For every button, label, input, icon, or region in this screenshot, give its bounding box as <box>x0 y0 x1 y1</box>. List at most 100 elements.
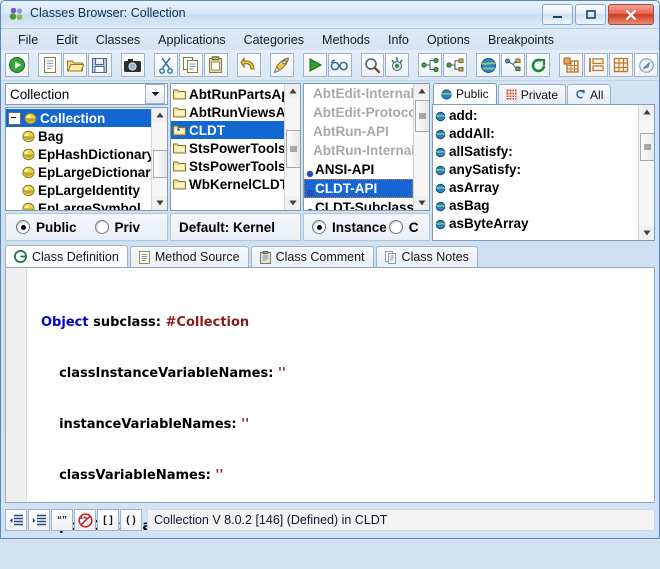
menu-applications[interactable]: Applications <box>149 31 234 49</box>
menu-file[interactable]: File <box>9 31 47 49</box>
scroll-up-arrow[interactable] <box>285 84 300 98</box>
scroll-track[interactable] <box>639 119 654 226</box>
matrix-icon[interactable] <box>609 53 633 77</box>
scroll-track[interactable] <box>152 122 167 196</box>
tab-class-comment[interactable]: Class Comment <box>251 246 374 267</box>
radio-public[interactable]: Public <box>16 220 77 235</box>
applications-list[interactable]: AbtRunPartsApp AbtRunViewsApp * CLDT <box>170 83 301 211</box>
menu-options[interactable]: Options <box>418 31 479 49</box>
radio-dot-icon[interactable] <box>95 220 109 234</box>
classes-list[interactable]: Collection Bag EpHashDic <box>5 107 168 211</box>
scroll-track[interactable] <box>285 98 300 196</box>
list-item[interactable]: addAll: <box>433 124 638 142</box>
search-magnifier-icon[interactable] <box>361 53 385 77</box>
editor-code[interactable]: Object subclass: #Collection classInstan… <box>27 268 654 502</box>
list-item[interactable]: AbtRun-API <box>304 122 413 141</box>
chevron-down-icon[interactable] <box>145 84 165 104</box>
list-item[interactable]: allSatisfy: <box>433 142 638 160</box>
globe-icon[interactable] <box>476 53 500 77</box>
tab-class-notes[interactable]: Class Notes <box>376 246 478 267</box>
radio-class[interactable]: C <box>389 220 419 235</box>
hierarchy-icon[interactable] <box>418 53 442 77</box>
compass-icon[interactable] <box>634 53 658 77</box>
scroll-down-arrow[interactable] <box>639 226 654 240</box>
list-item[interactable]: AbtEdit-Internal <box>304 84 413 103</box>
class-filter-combo[interactable]: Collection <box>5 83 168 105</box>
list-item[interactable]: EpLargeSymbol <box>6 199 151 210</box>
list-item[interactable]: CLDT-Subclass <box>304 198 413 210</box>
tab-public[interactable]: Public <box>433 83 497 104</box>
list-item[interactable]: WbKernelCLDT <box>171 175 284 193</box>
save-disk-icon[interactable] <box>88 53 112 77</box>
list-item[interactable]: CLDT-API <box>304 179 413 198</box>
scroll-track[interactable] <box>414 98 429 196</box>
grid-orange-icon[interactable] <box>559 53 583 77</box>
open-folder-icon[interactable] <box>63 53 87 77</box>
list-item[interactable]: AbtRun-Internal <box>304 141 413 160</box>
undo-arrow-icon[interactable] <box>237 53 261 77</box>
scroll-thumb[interactable] <box>153 150 168 178</box>
list-item[interactable]: asArray <box>433 178 638 196</box>
minimize-button[interactable] <box>542 4 573 25</box>
radio-dot-icon[interactable] <box>389 220 403 234</box>
list-item[interactable]: StsPowerTools <box>171 157 284 175</box>
list-item[interactable]: asByteArray <box>433 214 638 232</box>
scroll-down-arrow[interactable] <box>414 196 429 210</box>
table-icon[interactable] <box>584 53 608 77</box>
list-item[interactable]: EpHashDictionary <box>6 145 151 163</box>
run-icon[interactable] <box>5 53 29 77</box>
list-item[interactable]: asBag <box>433 196 638 214</box>
new-file-icon[interactable] <box>38 53 62 77</box>
scroll-thumb[interactable] <box>415 100 430 132</box>
list-item[interactable]: AbtRunPartsApp <box>171 85 284 103</box>
list-item[interactable]: * CLDT <box>171 121 284 139</box>
close-button[interactable] <box>608 4 654 25</box>
list-item[interactable]: anySatisfy: <box>433 160 638 178</box>
list-item[interactable]: EpLargeDictionary <box>6 163 151 181</box>
tab-class-definition[interactable]: Class Definition <box>5 245 128 267</box>
debug-bug-icon[interactable] <box>385 53 409 77</box>
menu-info[interactable]: Info <box>379 31 418 49</box>
radio-private[interactable]: Priv <box>95 220 141 235</box>
categories-scrollbar[interactable] <box>413 84 429 210</box>
list-item[interactable]: StsPowerTools <box>171 139 284 157</box>
indent-right-icon[interactable] <box>28 509 50 531</box>
camera-snapshot-icon[interactable] <box>121 53 145 77</box>
methods-scrollbar[interactable] <box>638 105 654 240</box>
inspect-glasses-icon[interactable] <box>328 53 352 77</box>
scroll-down-arrow[interactable] <box>152 196 167 210</box>
categories-list[interactable]: AbtEdit-Internal AbtEdit-Protocol AbtRun… <box>303 83 430 211</box>
list-item[interactable]: EpLargeIdentity <box>6 181 151 199</box>
menu-categories[interactable]: Categories <box>235 31 313 49</box>
maximize-button[interactable] <box>575 4 606 25</box>
copy-icon[interactable] <box>179 53 203 77</box>
list-item[interactable]: AbtEdit-Protocol <box>304 103 413 122</box>
applications-scrollbar[interactable] <box>284 84 300 210</box>
paste-clipboard-icon[interactable] <box>204 53 228 77</box>
list-item[interactable]: add: <box>433 106 638 124</box>
methods-list[interactable]: add: addAll: allSatisfy: <box>432 104 655 241</box>
scroll-thumb[interactable] <box>286 130 301 168</box>
list-item[interactable]: ANSI-API <box>304 160 413 179</box>
parens-icon[interactable]: ( ) <box>120 509 142 531</box>
indent-left-icon[interactable] <box>5 509 27 531</box>
code-editor[interactable]: Object subclass: #Collection classInstan… <box>5 267 655 503</box>
uncomment-icon[interactable]: “” <box>74 509 96 531</box>
menu-edit[interactable]: Edit <box>47 31 87 49</box>
quote-icon[interactable]: “” <box>51 509 73 531</box>
cut-scissors-icon[interactable] <box>154 53 178 77</box>
radio-dot-icon[interactable] <box>312 220 326 234</box>
scroll-up-arrow[interactable] <box>639 105 654 119</box>
classes-scrollbar[interactable] <box>151 108 167 210</box>
radio-dot-icon[interactable] <box>16 220 30 234</box>
menu-methods[interactable]: Methods <box>313 31 379 49</box>
reload-icon[interactable] <box>526 53 550 77</box>
rocket-icon[interactable] <box>270 53 294 77</box>
tab-all[interactable]: All <box>567 84 611 104</box>
scroll-down-arrow[interactable] <box>285 196 300 210</box>
scroll-up-arrow[interactable] <box>152 108 167 122</box>
radio-instance[interactable]: Instance <box>312 220 387 235</box>
menu-breakpoints[interactable]: Breakpoints <box>479 31 563 49</box>
collapse-twisty-icon[interactable] <box>8 112 21 125</box>
list-item[interactable]: Collection <box>6 109 151 127</box>
